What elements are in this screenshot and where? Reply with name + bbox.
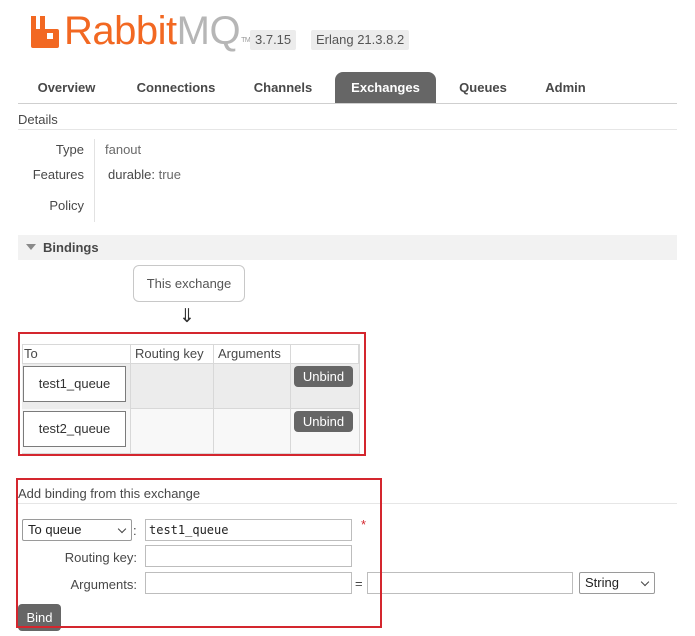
tabs-divider (18, 103, 677, 104)
brand-trademark: TM (241, 37, 251, 44)
version-badge: 3.7.15 (250, 30, 297, 50)
brand-mq: MQ (176, 9, 241, 53)
bindings-table-highlight (18, 332, 366, 456)
tab-admin[interactable]: Admin (530, 72, 601, 103)
features-value: durable: true (108, 167, 181, 182)
chevron-down-icon (640, 577, 650, 587)
bindings-section-header[interactable] (18, 235, 677, 260)
tab-queues[interactable]: Queues (445, 72, 521, 103)
tab-exchanges[interactable]: Exchanges (335, 72, 436, 103)
this-exchange-box: This exchange (133, 265, 245, 302)
argument-type-select[interactable]: String (579, 572, 655, 594)
details-divider (18, 129, 677, 130)
type-label: Type (55, 142, 84, 157)
bindings-section-title[interactable]: Bindings (43, 240, 99, 255)
brand-rabbit: Rabbit (64, 9, 177, 53)
erlang-version-badge: Erlang 21.3.8.2 (311, 30, 410, 50)
policy-label: Policy (49, 198, 84, 213)
tab-overview[interactable]: Overview (18, 72, 115, 103)
details-separator (94, 139, 95, 222)
argument-value-input[interactable] (367, 572, 573, 594)
features-label: Features (32, 167, 84, 182)
feature-durable-key: durable: (108, 167, 155, 182)
add-binding-highlight (16, 478, 382, 628)
tab-connections[interactable]: Connections (124, 72, 228, 103)
type-value: fanout (105, 142, 142, 157)
tab-channels[interactable]: Channels (239, 72, 327, 103)
argument-type-value: String (585, 575, 619, 590)
details-section-title[interactable]: Details (18, 112, 58, 127)
feature-durable-value: true (158, 167, 182, 182)
collapse-triangle-icon[interactable] (26, 244, 36, 250)
rabbitmq-logo-icon (31, 16, 59, 48)
brand-wordmark: RabbitMQTM (64, 8, 251, 64)
down-arrow-icon: ⇓ (179, 306, 195, 327)
